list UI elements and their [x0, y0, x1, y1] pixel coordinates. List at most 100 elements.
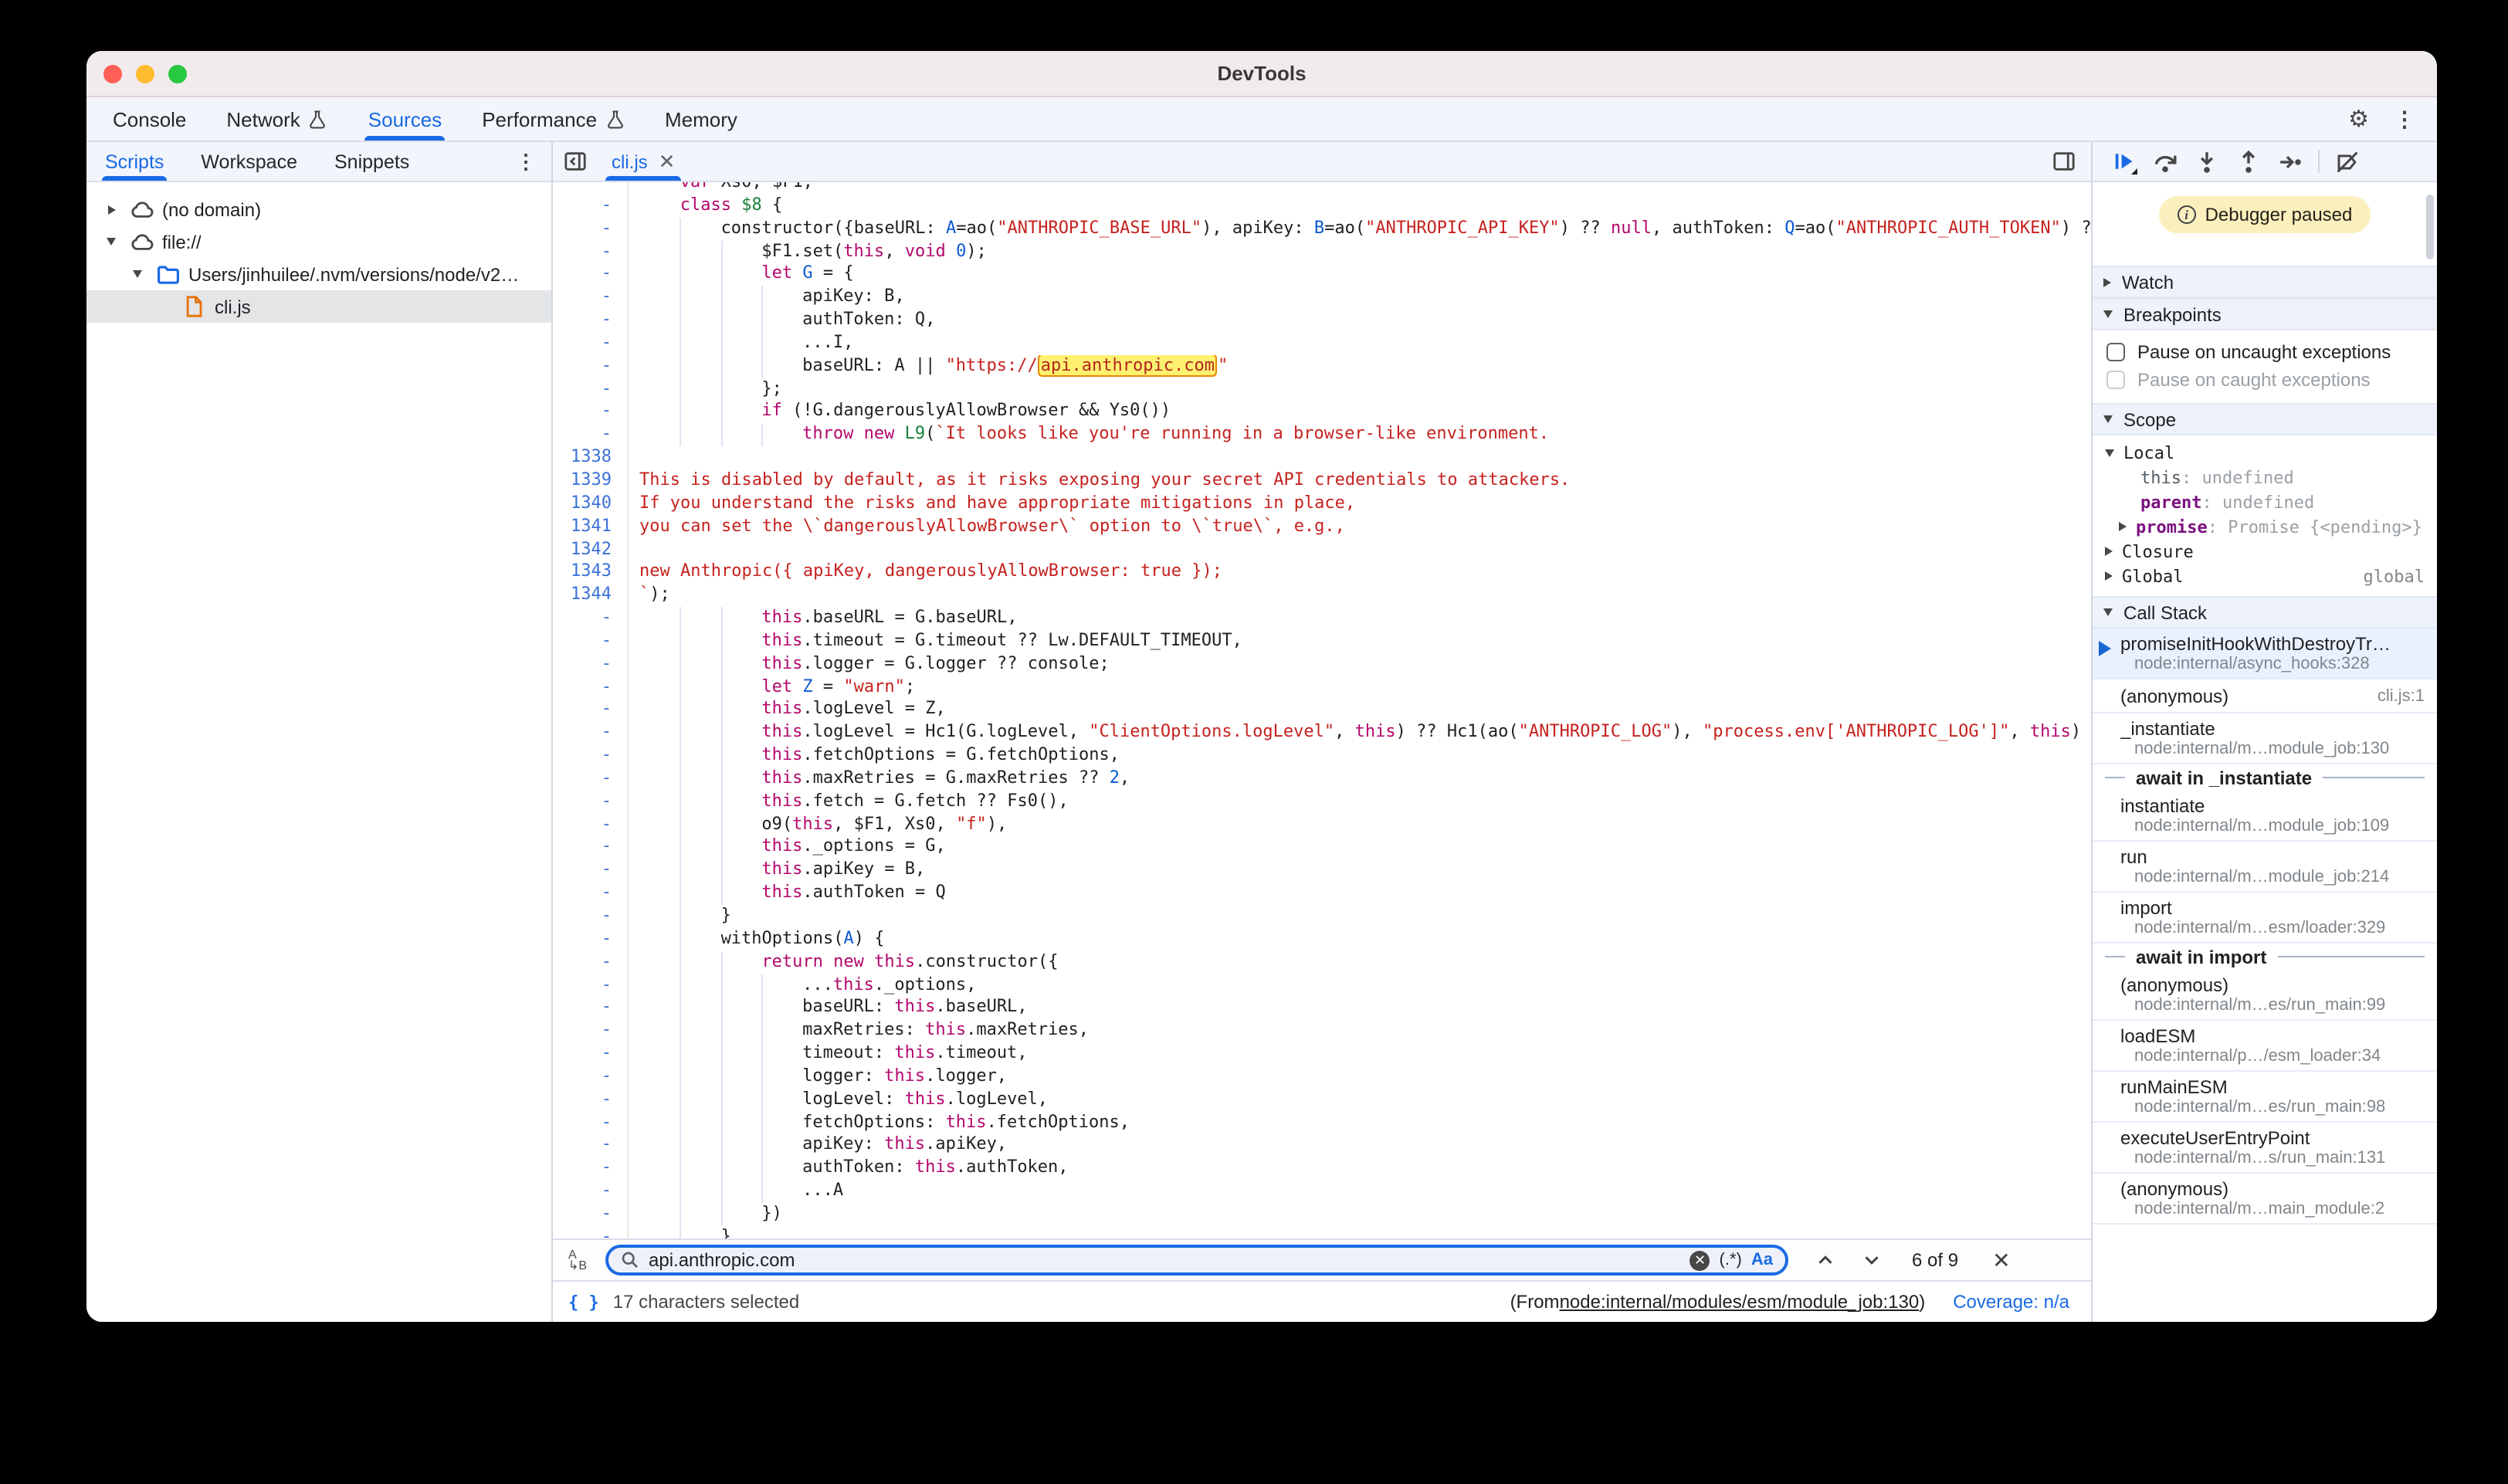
next-match-icon[interactable]	[1862, 1251, 1881, 1269]
code-line[interactable]: -})	[553, 1203, 2091, 1226]
line-gutter[interactable]: 1340	[553, 493, 629, 516]
line-gutter[interactable]: 1342	[553, 538, 629, 561]
step-button[interactable]	[2272, 144, 2309, 178]
code-line[interactable]: -...I,	[553, 332, 2091, 355]
code-line[interactable]: -let G = {	[553, 263, 2091, 286]
breakpoints-section-header[interactable]: Breakpoints	[2093, 298, 2437, 330]
call-stack-frame[interactable]: executeUserEntryPointnode:internal/m…s/r…	[2093, 1123, 2437, 1174]
code-line[interactable]: 1343new Anthropic({ apiKey, dangerouslyA…	[553, 561, 2091, 584]
code-line[interactable]: 1340If you understand the risks and have…	[553, 493, 2091, 516]
code-line[interactable]: 1338	[553, 446, 2091, 469]
code-line[interactable]: -this.fetch = G.fetch ?? Fs0(),	[553, 791, 2091, 814]
line-gutter[interactable]: -	[553, 309, 629, 332]
coverage-link[interactable]: Coverage: n/a	[1953, 1291, 2069, 1313]
navigator-more-icon[interactable]: ⋮	[516, 142, 551, 181]
line-gutter[interactable]: -	[553, 699, 629, 722]
line-gutter[interactable]: -	[553, 217, 629, 240]
zoom-window-button[interactable]	[168, 65, 187, 83]
code-line[interactable]: -...A	[553, 1180, 2091, 1203]
line-gutter[interactable]: -	[553, 332, 629, 355]
code-line[interactable]: 1341you can set the \`dangerouslyAllowBr…	[553, 515, 2091, 538]
code-editor[interactable]: var Xs0, $F1;-class $8 {-constructor({ba…	[553, 182, 2091, 1238]
line-gutter[interactable]: -	[553, 905, 629, 928]
line-gutter[interactable]: -	[553, 607, 629, 630]
tree-item-cli-js[interactable]: cli.js	[86, 290, 551, 323]
code-line[interactable]: -baseURL: A || "https://api.anthropic.co…	[553, 355, 2091, 378]
scrollbar-thumb[interactable]	[2426, 195, 2434, 259]
call-stack-frame[interactable]: (anonymous)cli.js:1	[2093, 679, 2437, 713]
more-options-icon[interactable]: ⋮	[2394, 106, 2415, 132]
code-line[interactable]: -this.maxRetries = G.maxRetries ?? 2,	[553, 767, 2091, 791]
line-gutter[interactable]: -	[553, 722, 629, 745]
line-gutter[interactable]: -	[553, 630, 629, 653]
code-line[interactable]: -apiKey: B,	[553, 286, 2091, 309]
line-gutter[interactable]: -	[553, 1042, 629, 1066]
line-gutter[interactable]: -	[553, 950, 629, 974]
call-stack-frame[interactable]: runnode:internal/m…module_job:214	[2093, 842, 2437, 893]
code-line[interactable]: -this.authToken = Q	[553, 882, 2091, 905]
line-gutter[interactable]: -	[553, 813, 629, 836]
call-stack-frame[interactable]: (anonymous)node:internal/m…es/run_main:9…	[2093, 970, 2437, 1021]
line-gutter[interactable]: -	[553, 401, 629, 424]
call-stack-frame[interactable]: instantiatenode:internal/m…module_job:10…	[2093, 791, 2437, 842]
code-line[interactable]: -}	[553, 905, 2091, 928]
code-line[interactable]: -...this._options,	[553, 974, 2091, 997]
line-gutter[interactable]: -	[553, 836, 629, 859]
line-gutter[interactable]: -	[553, 355, 629, 378]
code-line[interactable]: 1342	[553, 538, 2091, 561]
code-line[interactable]: -$F1.set(this, void 0);	[553, 240, 2091, 263]
line-gutter[interactable]: -	[553, 928, 629, 951]
step-out-button[interactable]	[2230, 144, 2267, 178]
step-over-button[interactable]	[2147, 144, 2184, 178]
line-gutter[interactable]: 1339	[553, 469, 629, 493]
line-gutter[interactable]: -	[553, 1203, 629, 1226]
line-gutter[interactable]: -	[553, 263, 629, 286]
close-tab-icon[interactable]: ✕	[659, 151, 676, 171]
pretty-print-icon[interactable]: { }	[568, 1292, 599, 1312]
line-gutter[interactable]	[553, 182, 629, 195]
line-gutter[interactable]: -	[553, 1019, 629, 1042]
code-line[interactable]: 1339This is disabled by default, as it r…	[553, 469, 2091, 493]
main-tab-performance[interactable]: Performance	[462, 97, 645, 141]
scope-variable-this[interactable]: this: undefined	[2093, 465, 2437, 490]
code-line[interactable]: -this.timeout = G.timeout ?? Lw.DEFAULT_…	[553, 630, 2091, 653]
code-line[interactable]: var Xs0, $F1;	[553, 182, 2091, 195]
scope-section-header[interactable]: Scope	[2093, 403, 2437, 435]
sidebar-tab-scripts[interactable]: Scripts	[86, 142, 182, 181]
sidebar-tab-workspace[interactable]: Workspace	[182, 142, 316, 181]
call-stack-frame[interactable]: importnode:internal/m…esm/loader:329	[2093, 893, 2437, 944]
code-line[interactable]: -authToken: Q,	[553, 309, 2091, 332]
tree-item--no-domain-[interactable]: (no domain)	[86, 193, 551, 225]
checkbox[interactable]	[2106, 371, 2125, 389]
step-into-button[interactable]	[2188, 144, 2225, 178]
line-gutter[interactable]: -	[553, 974, 629, 997]
scope-group-global[interactable]: Globalglobal	[2093, 564, 2437, 588]
code-line[interactable]: -throw new L9(`It looks like you're runn…	[553, 424, 2091, 447]
code-line[interactable]: -logLevel: this.logLevel,	[553, 1089, 2091, 1112]
code-line[interactable]: -return new this.constructor({	[553, 950, 2091, 974]
scope-variable-parent[interactable]: parent: undefined	[2093, 490, 2437, 514]
call-stack-frame[interactable]: _instantiatenode:internal/m…module_job:1…	[2093, 713, 2437, 764]
line-gutter[interactable]: -	[553, 1066, 629, 1089]
line-gutter[interactable]: -	[553, 791, 629, 814]
code-line[interactable]: -logger: this.logger,	[553, 1066, 2091, 1089]
line-gutter[interactable]: -	[553, 286, 629, 309]
source-mapped-link[interactable]: node:internal/modules/esm/module_job:130	[1560, 1291, 1920, 1313]
tree-item-file-[interactable]: file://	[86, 225, 551, 258]
toggle-debugger-sidebar-icon[interactable]	[2042, 142, 2085, 181]
clear-search-icon[interactable]: ✕	[1690, 1250, 1710, 1270]
call-stack-section-header[interactable]: Call Stack	[2093, 596, 2437, 628]
code-line[interactable]: -timeout: this.timeout,	[553, 1042, 2091, 1066]
line-gutter[interactable]: -	[553, 1134, 629, 1157]
resume-button[interactable]	[2105, 144, 2142, 178]
close-window-button[interactable]	[103, 65, 122, 83]
code-line[interactable]: -}	[553, 1226, 2091, 1238]
watch-section-header[interactable]: Watch	[2093, 266, 2437, 298]
main-tab-memory[interactable]: Memory	[645, 97, 757, 141]
previous-match-icon[interactable]	[1816, 1251, 1835, 1269]
scope-group-local[interactable]: Local	[2093, 440, 2437, 465]
code-line[interactable]: -};	[553, 378, 2091, 401]
scope-group-closure[interactable]: Closure	[2093, 539, 2437, 564]
search-input[interactable]: api.anthropic.com ✕ (.*) Aa	[605, 1245, 1788, 1276]
line-gutter[interactable]: 1343	[553, 561, 629, 584]
